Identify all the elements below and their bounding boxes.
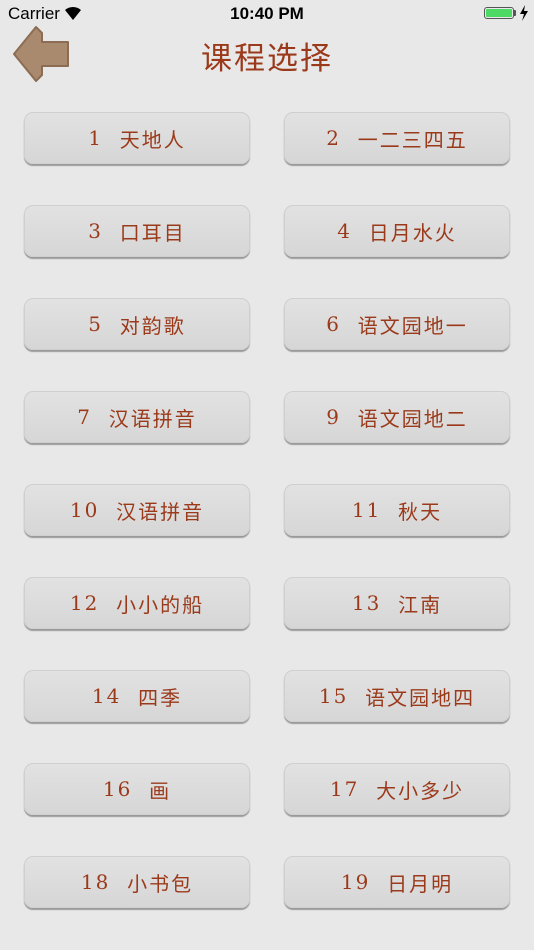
lesson-button-7[interactable]: 7 汉语拼音 bbox=[24, 391, 250, 443]
lesson-title: 汉语拼音 bbox=[108, 406, 197, 431]
lesson-button-2[interactable]: 2 一二三四五 bbox=[284, 112, 510, 164]
lesson-title: 四季 bbox=[138, 685, 183, 710]
lesson-title: 画 bbox=[149, 778, 172, 803]
lesson-button-19[interactable]: 19 日月明 bbox=[284, 856, 510, 908]
lesson-number: 16 bbox=[102, 777, 133, 801]
lesson-button-15[interactable]: 15 语文园地四 bbox=[284, 670, 510, 722]
lesson-title: 秋天 bbox=[398, 499, 443, 524]
lesson-number: 2 bbox=[326, 126, 341, 150]
lesson-button-9[interactable]: 9 语文园地二 bbox=[284, 391, 510, 443]
lesson-number: 7 bbox=[77, 405, 92, 429]
lesson-title: 天地人 bbox=[119, 127, 186, 152]
lesson-number: 5 bbox=[88, 312, 103, 336]
lesson-button-5[interactable]: 5 对韵歌 bbox=[24, 298, 250, 350]
lesson-number: 4 bbox=[337, 219, 352, 243]
lesson-grid: 1 天地人 2 一二三四五 3 口耳目 4 日月水火 5 对韵歌 6 语文园地一 7 汉语拼… bbox=[0, 0, 534, 950]
lesson-number: 3 bbox=[88, 219, 103, 243]
lesson-button-12[interactable]: 12 小小的船 bbox=[24, 577, 250, 629]
lesson-number: 18 bbox=[80, 870, 111, 894]
lesson-button-1[interactable]: 1 天地人 bbox=[24, 112, 250, 164]
lesson-title: 语文园地一 bbox=[357, 313, 468, 338]
lesson-title: 小小的船 bbox=[116, 592, 205, 617]
lesson-button-10[interactable]: 10 汉语拼音 bbox=[24, 484, 250, 536]
lesson-number: 1 bbox=[88, 126, 103, 150]
lesson-button-13[interactable]: 13 江南 bbox=[284, 577, 510, 629]
lesson-number: 15 bbox=[318, 684, 349, 708]
lesson-title: 日月明 bbox=[387, 871, 454, 896]
lesson-number: 6 bbox=[326, 312, 341, 336]
lesson-button-17[interactable]: 17 大小多少 bbox=[284, 763, 510, 815]
lesson-title: 语文园地二 bbox=[357, 406, 468, 431]
lesson-number: 11 bbox=[351, 498, 382, 522]
lesson-title: 江南 bbox=[398, 592, 443, 617]
lesson-button-11[interactable]: 11 秋天 bbox=[284, 484, 510, 536]
lesson-number: 9 bbox=[326, 405, 341, 429]
lesson-button-14[interactable]: 14 四季 bbox=[24, 670, 250, 722]
lesson-button-6[interactable]: 6 语文园地一 bbox=[284, 298, 510, 350]
lesson-title: 汉语拼音 bbox=[116, 499, 205, 524]
lesson-title: 大小多少 bbox=[376, 778, 465, 803]
lesson-title: 语文园地四 bbox=[365, 685, 476, 710]
lesson-title: 对韵歌 bbox=[119, 313, 186, 338]
lesson-title: 日月水火 bbox=[368, 220, 457, 245]
lesson-button-3[interactable]: 3 口耳目 bbox=[24, 205, 250, 257]
lesson-number: 12 bbox=[69, 591, 100, 615]
lesson-button-4[interactable]: 4 日月水火 bbox=[284, 205, 510, 257]
lesson-button-18[interactable]: 18 小书包 bbox=[24, 856, 250, 908]
lesson-number: 13 bbox=[351, 591, 382, 615]
lesson-number: 17 bbox=[329, 777, 360, 801]
lesson-title: 口耳目 bbox=[119, 220, 186, 245]
lesson-button-16[interactable]: 16 画 bbox=[24, 763, 250, 815]
lesson-title: 小书包 bbox=[127, 871, 194, 896]
lesson-number: 10 bbox=[69, 498, 100, 522]
lesson-number: 19 bbox=[340, 870, 371, 894]
lesson-number: 14 bbox=[91, 684, 122, 708]
lesson-title: 一二三四五 bbox=[357, 127, 468, 152]
